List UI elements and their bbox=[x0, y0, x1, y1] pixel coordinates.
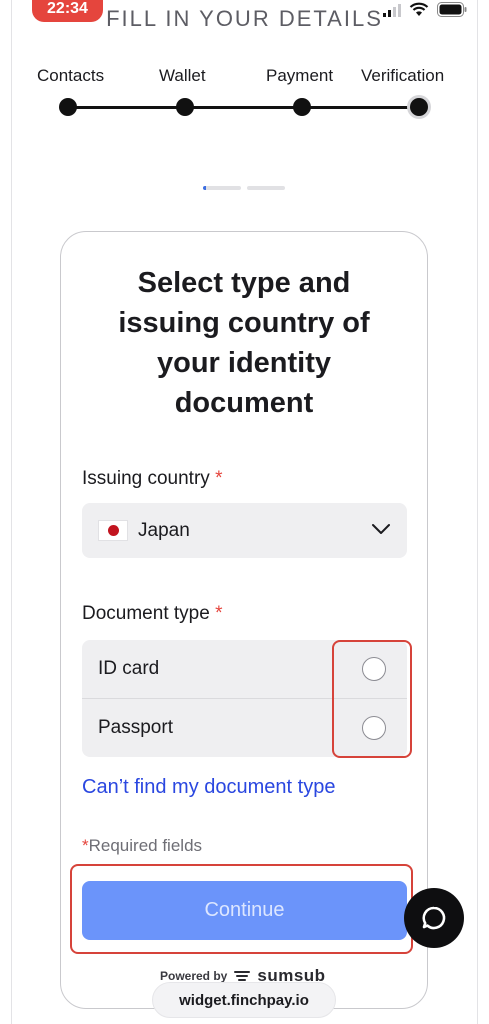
powered-by-text: Powered by bbox=[160, 969, 228, 983]
chat-button[interactable] bbox=[404, 888, 464, 948]
browser-url-bar[interactable]: widget.finchpay.io bbox=[152, 982, 336, 1018]
wifi-icon bbox=[409, 2, 429, 16]
japan-flag-icon bbox=[98, 520, 128, 541]
sumsub-logo-icon bbox=[234, 971, 251, 981]
chat-bubble-icon bbox=[422, 906, 446, 930]
step-dot-verification bbox=[410, 98, 428, 116]
cant-find-document-link[interactable]: Can’t find my document type bbox=[82, 776, 335, 799]
required-mark: * bbox=[215, 603, 223, 624]
required-fields-note: *Required fields bbox=[82, 836, 202, 856]
step-dot-contacts bbox=[59, 98, 77, 116]
chevron-down-icon bbox=[372, 524, 390, 534]
step-dot-payment bbox=[293, 98, 311, 116]
frame-border-left bbox=[11, 0, 12, 1024]
issuing-country-label-text: Issuing country bbox=[82, 468, 210, 489]
issuing-country-label: Issuing country * bbox=[82, 468, 222, 490]
required-mark: * bbox=[215, 468, 223, 489]
page-indicator-2 bbox=[247, 186, 285, 190]
signal-icon bbox=[383, 3, 401, 17]
document-type-label-text: Document type bbox=[82, 603, 210, 624]
continue-highlight-box bbox=[70, 864, 413, 954]
document-option-label: ID card bbox=[98, 658, 160, 679]
battery-icon bbox=[437, 2, 467, 17]
frame-border-right bbox=[477, 0, 478, 1024]
stepper-track bbox=[68, 106, 420, 109]
status-time: 22:34 bbox=[32, 0, 103, 22]
issuing-country-value: Japan bbox=[138, 520, 190, 541]
radio-highlight-box bbox=[332, 640, 412, 758]
step-verification[interactable]: Verification bbox=[361, 66, 444, 86]
step-contacts[interactable]: Contacts bbox=[37, 66, 104, 86]
step-dot-wallet bbox=[176, 98, 194, 116]
stepper-labels: Contacts Wallet Payment Verification bbox=[0, 66, 489, 88]
status-icons bbox=[383, 2, 467, 17]
step-payment[interactable]: Payment bbox=[266, 66, 333, 86]
document-type-label: Document type * bbox=[82, 603, 222, 625]
required-mark: * bbox=[82, 836, 89, 855]
document-option-label: Passport bbox=[98, 717, 173, 738]
page-indicator bbox=[203, 186, 285, 190]
card-title: Select type and issuing country of your … bbox=[118, 267, 370, 419]
step-wallet[interactable]: Wallet bbox=[159, 66, 206, 86]
page-indicator-1 bbox=[203, 186, 241, 190]
required-fields-text: Required fields bbox=[88, 836, 203, 855]
issuing-country-select[interactable]: Japan bbox=[82, 503, 407, 558]
